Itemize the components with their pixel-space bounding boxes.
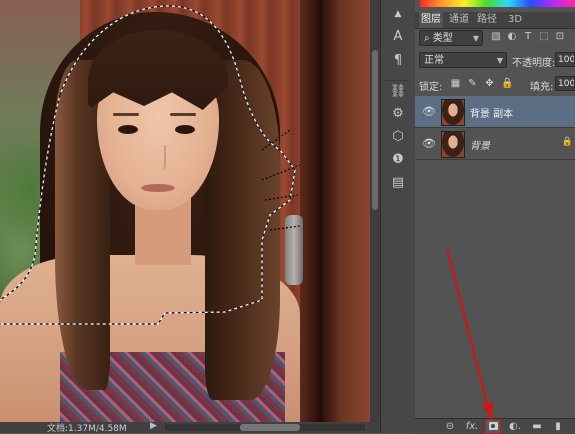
fill-label: 填充: bbox=[530, 82, 554, 93]
eye-icon[interactable]: 👁 bbox=[422, 105, 436, 118]
notes-icon[interactable]: ▤ bbox=[386, 172, 410, 192]
layer-name[interactable]: 背景 bbox=[470, 137, 490, 152]
opacity-input[interactable]: 100 bbox=[555, 52, 575, 67]
3d-icon[interactable]: ⬡ bbox=[386, 126, 410, 146]
status-bar: 文档:1.37M/4.58M ▶ bbox=[0, 421, 380, 434]
tab-channels[interactable]: 通道 bbox=[447, 12, 471, 28]
layer-row-background[interactable]: 👁 背景 🔒 bbox=[415, 128, 575, 160]
panel-icon-strip: ▲ A ¶ ⛓ ⚙ ⬡ ❶ ▤ bbox=[380, 0, 416, 433]
adjust-icon[interactable]: ⛓ bbox=[386, 80, 410, 101]
paragraph-icon[interactable]: ¶ bbox=[386, 50, 410, 70]
type-tool-icon[interactable]: A bbox=[386, 26, 410, 46]
opacity-label: 不透明度: bbox=[512, 58, 556, 69]
chevron-down-icon: ▼ bbox=[472, 34, 479, 43]
type-filter-icon[interactable]: T bbox=[523, 31, 533, 43]
lock-icon: 🔒 bbox=[561, 137, 573, 147]
mouth bbox=[141, 184, 175, 192]
chevron-down-icon: ▼ bbox=[496, 56, 503, 65]
document-canvas[interactable] bbox=[0, 0, 370, 422]
blend-mode-value: 正常 bbox=[424, 55, 444, 66]
group-folder-icon[interactable]: ▬ bbox=[530, 420, 544, 433]
layers-panel-footer: ⊝ fx. ◐. ▬ ▮ bbox=[415, 418, 575, 434]
color-swatch-strip[interactable] bbox=[420, 0, 575, 7]
pixel-filter-icon[interactable]: ▧ bbox=[491, 31, 501, 43]
panel-tabs: 图层 通道 路径 3D bbox=[415, 12, 575, 29]
lock-transparent-icon[interactable]: ▦ bbox=[450, 78, 461, 89]
layer-thumbnail bbox=[441, 99, 465, 126]
canvas-vertical-scrollbar[interactable] bbox=[370, 0, 380, 422]
layer-row-background-copy[interactable]: 👁 背景 副本 bbox=[415, 96, 575, 128]
properties-icon[interactable]: ⚙ bbox=[386, 103, 410, 123]
eyebrow-right bbox=[170, 113, 196, 116]
shape-filter-icon[interactable]: ⬚ bbox=[539, 31, 549, 43]
blend-mode-select[interactable]: 正常 ▼ bbox=[419, 52, 507, 68]
lock-image-icon[interactable]: ✎ bbox=[467, 78, 478, 89]
door-frame bbox=[300, 0, 322, 422]
door-right-panel bbox=[322, 0, 370, 422]
layer-thumbnail bbox=[441, 131, 465, 158]
search-icon: ⌕ bbox=[424, 33, 433, 44]
door-hinge bbox=[285, 215, 303, 285]
new-layer-icon[interactable]: ▮ bbox=[551, 420, 565, 433]
layers-panel: 图层 通道 路径 3D ⌕ 类型 ▼ ▧ ◐ T ⬚ ⊡ 正常 ▼ 不透明度: … bbox=[415, 0, 575, 434]
eye-left bbox=[118, 125, 138, 134]
tab-3d[interactable]: 3D bbox=[505, 12, 525, 28]
vertical-scroll-thumb[interactable] bbox=[372, 50, 378, 210]
tab-layers[interactable]: 图层 bbox=[419, 12, 443, 28]
nose bbox=[154, 145, 166, 171]
tab-paths[interactable]: 路径 bbox=[475, 12, 499, 28]
add-mask-icon[interactable] bbox=[485, 419, 501, 434]
status-menu-arrow-icon[interactable]: ▶ bbox=[150, 421, 157, 431]
eyebrow-left bbox=[113, 113, 139, 116]
eye-icon[interactable]: 👁 bbox=[422, 137, 436, 150]
eye-right bbox=[175, 125, 195, 134]
lock-all-icon[interactable]: 🔒 bbox=[501, 78, 513, 89]
info-icon[interactable]: ❶ bbox=[386, 149, 410, 169]
smart-object-filter-icon[interactable]: ⊡ bbox=[555, 31, 565, 43]
layer-filter-select[interactable]: ⌕ 类型 ▼ bbox=[419, 30, 483, 46]
adjustment-filter-icon[interactable]: ◐ bbox=[507, 31, 517, 43]
horizontal-scroll-thumb[interactable] bbox=[240, 424, 300, 431]
layer-name[interactable]: 背景 副本 bbox=[470, 105, 513, 120]
link-icon[interactable]: ⊝ bbox=[443, 420, 457, 433]
filter-kind-value: 类型 bbox=[432, 33, 453, 44]
collapse-icon[interactable]: ▲ bbox=[386, 4, 410, 24]
adjustment-layer-icon[interactable]: ◐. bbox=[508, 420, 522, 433]
fill-input[interactable]: 100 bbox=[555, 76, 575, 91]
lock-position-icon[interactable]: ✥ bbox=[484, 78, 495, 89]
document-size-info[interactable]: 文档:1.37M/4.58M bbox=[47, 421, 127, 434]
fx-icon[interactable]: fx. bbox=[465, 420, 479, 433]
lock-label: 锁定: bbox=[419, 82, 443, 93]
